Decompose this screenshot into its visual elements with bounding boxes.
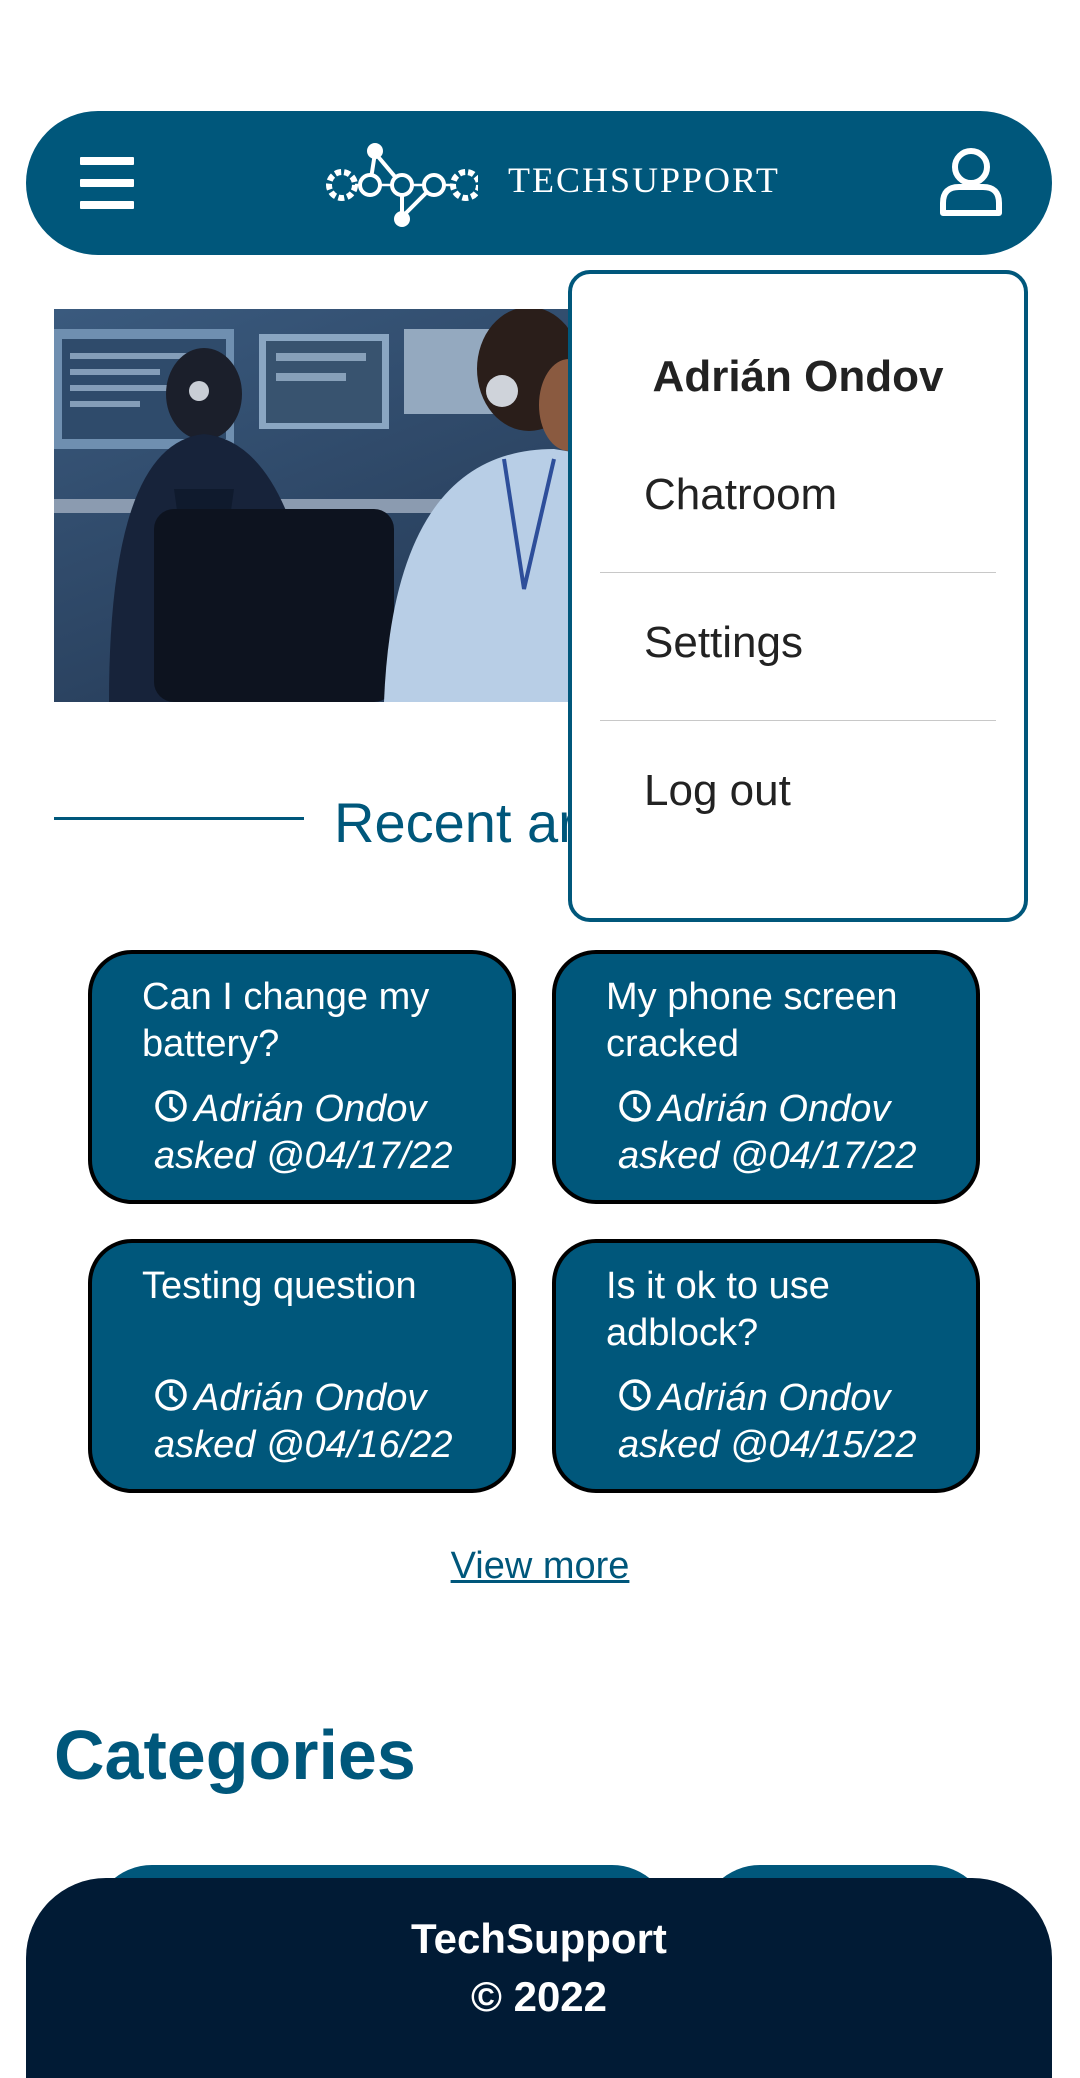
clock-icon xyxy=(619,1379,651,1411)
question-card[interactable]: My phone screen cracked Adrián Ondov ask… xyxy=(552,950,980,1204)
recent-section-title: Recent ar xyxy=(334,791,577,854)
techsupport-logo[interactable]: TECHSUPPORT xyxy=(318,137,788,227)
gears-icon xyxy=(326,143,482,227)
clock-icon xyxy=(619,1090,651,1122)
question-title: Testing question xyxy=(142,1265,417,1307)
categories-title: Categories xyxy=(54,1716,416,1794)
hamburger-icon-bar xyxy=(80,201,134,209)
question-title: My phone screen cracked xyxy=(606,976,898,1065)
footer-copyright: © 2022 xyxy=(470,1973,608,2020)
top-navbar: TECHSUPPORT xyxy=(26,111,1052,255)
clock-icon xyxy=(155,1379,187,1411)
question-author-date: Adrián Ondov asked @04/15/22 xyxy=(618,1377,917,1466)
question-title: Is it ok to use adblock? xyxy=(606,1265,830,1354)
user-icon xyxy=(940,148,1002,216)
brand-name: TECHSUPPORT xyxy=(508,160,780,200)
question-meta: Adrián Ondov asked @04/15/22 xyxy=(618,1375,978,1469)
question-author-date: Adrián Ondov asked @04/16/22 xyxy=(154,1377,453,1466)
question-card[interactable]: Testing question Adrián Ondov asked @04/… xyxy=(88,1239,516,1493)
hamburger-icon xyxy=(80,157,134,165)
question-author-date: Adrián Ondov asked @04/17/22 xyxy=(154,1088,453,1177)
section-divider xyxy=(54,817,304,820)
dropdown-item-chatroom[interactable]: Chatroom xyxy=(600,424,996,573)
dropdown-item-label: Chatroom xyxy=(644,470,838,519)
hamburger-menu-button[interactable] xyxy=(78,155,138,211)
question-title: Can I change my battery? xyxy=(142,976,430,1065)
dropdown-item-label: Log out xyxy=(644,766,791,815)
question-meta: Adrián Ondov asked @04/17/22 xyxy=(618,1086,978,1180)
user-dropdown-menu: Adrián Ondov Chatroom Settings Log out xyxy=(568,270,1028,922)
footer-brand: TechSupport xyxy=(411,1915,667,1962)
dropdown-item-settings[interactable]: Settings xyxy=(600,572,996,721)
question-meta: Adrián Ondov asked @04/17/22 xyxy=(154,1086,514,1180)
question-card[interactable]: Is it ok to use adblock? Adrián Ondov as… xyxy=(552,1239,980,1493)
view-more-link[interactable]: View more xyxy=(0,1545,1080,1588)
hamburger-icon-bar xyxy=(80,179,134,187)
dropdown-item-logout[interactable]: Log out xyxy=(600,720,996,868)
dropdown-user-name: Adrián Ondov xyxy=(652,352,944,401)
question-meta: Adrián Ondov asked @04/16/22 xyxy=(154,1375,514,1469)
question-author-date: Adrián Ondov asked @04/17/22 xyxy=(618,1088,917,1177)
dropdown-item-label: Settings xyxy=(644,618,803,667)
clock-icon xyxy=(155,1090,187,1122)
user-account-button[interactable] xyxy=(938,147,1004,217)
question-card[interactable]: Can I change my battery? Adrián Ondov as… xyxy=(88,950,516,1204)
footer: TechSupport © 2022 xyxy=(26,1878,1052,2078)
